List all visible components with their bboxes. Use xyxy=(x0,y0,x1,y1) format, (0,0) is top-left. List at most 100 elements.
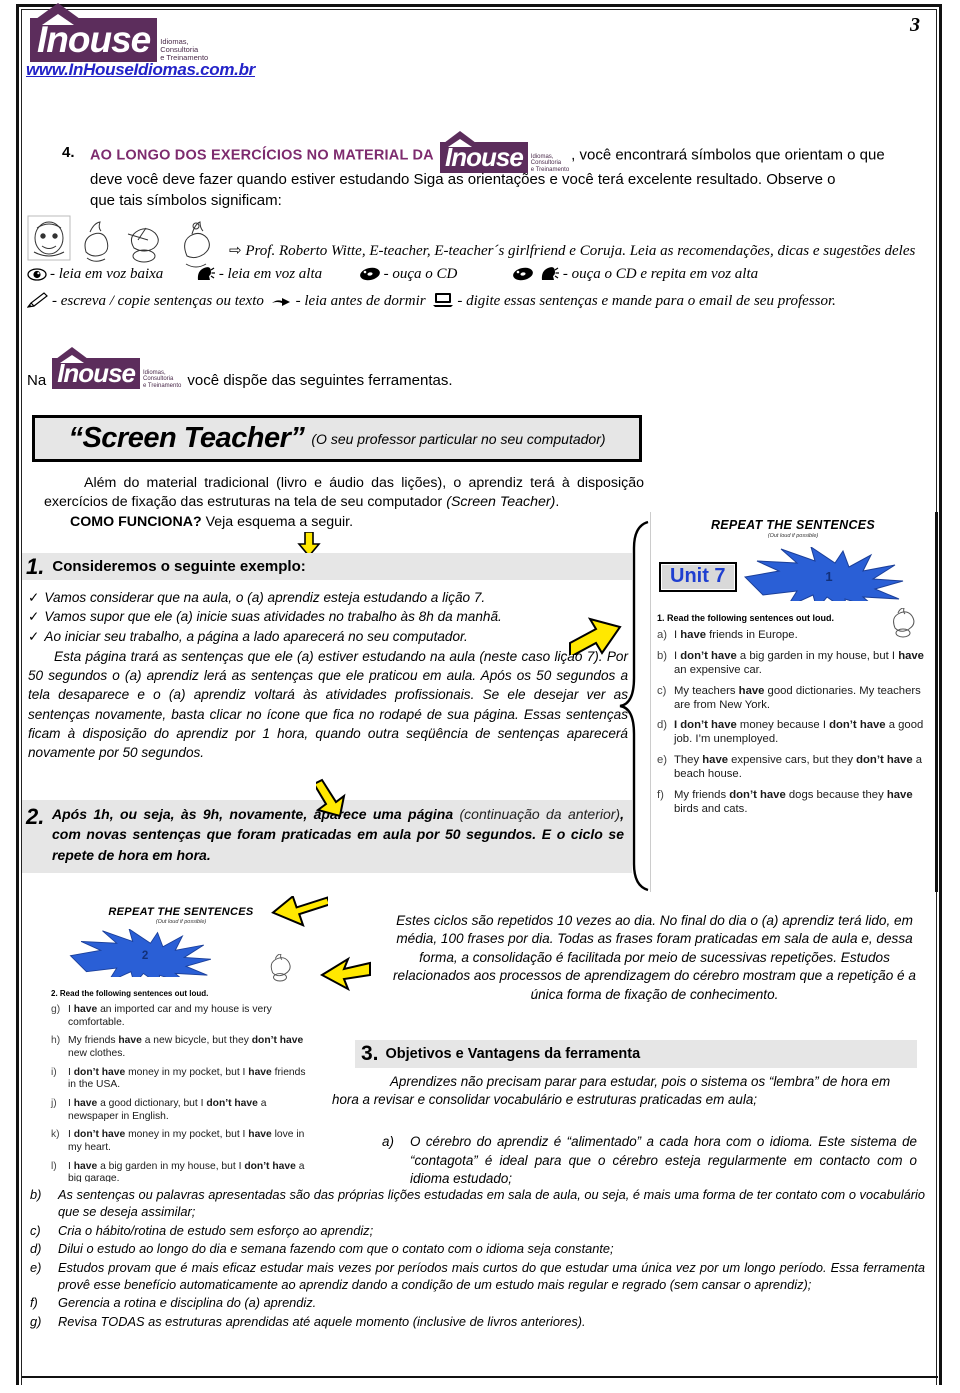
legend-label-1: - leia em voz alta xyxy=(218,266,323,283)
sentence-text: I have friends in Europe. xyxy=(674,629,798,641)
tools-line-prefix: Na xyxy=(27,372,47,389)
list-item: a) O cérebro do aprendiz é “alimentado” … xyxy=(382,1133,917,1189)
sentence-letter: b) xyxy=(657,649,668,662)
arrow-right-icon-1 xyxy=(568,613,624,660)
section-3-item-a: a) O cérebro do aprendiz é “alimentado” … xyxy=(382,1133,917,1190)
sentence-text: My teachers have good dictionaries. My t… xyxy=(674,684,921,711)
block-2-part1: Após 1h, ou seja, às 9h, novamente, apar… xyxy=(52,806,460,822)
sentence-text: I don’t have money in my pocket, but I h… xyxy=(68,1129,305,1153)
list-text: Gerencia a rotina e disciplina do (a) ap… xyxy=(58,1295,317,1311)
list-marker: f) xyxy=(30,1295,38,1311)
section-4-line3: que tais símbolos significam: xyxy=(90,192,282,210)
legend-label-0: - leia em voz baixa xyxy=(50,266,164,283)
arrow-down-left-icon xyxy=(268,894,332,949)
logo-wordmark: Inouse xyxy=(439,131,528,173)
list-text: Estudos provam que é mais eficaz estudar… xyxy=(58,1259,925,1292)
logo-wordmark: Inouse xyxy=(52,347,140,389)
list-text: Dilui o estudo ao longo do dia e semana … xyxy=(58,1241,614,1257)
list-item: e) Estudos provam que é mais eficaz estu… xyxy=(30,1259,925,1294)
legend-label-2: - ouça o CD xyxy=(383,266,458,283)
sentence-row: e) They have expensive cars, but they don… xyxy=(657,754,929,782)
check-icon: ✓ xyxy=(28,590,40,605)
block-1-bullet: ✓ Ao iniciar seu trabalho, a página a lad… xyxy=(28,627,628,646)
legend-label-3: - ouça o CD e repita em voz alta xyxy=(562,266,759,283)
document-page: Inouse Idiomas, Consultoria e Treinament… xyxy=(0,0,960,1393)
header-logo: Inouse Idiomas, Consultoria e Treinament… xyxy=(30,3,208,62)
logo-tagline-3: e Treinamento xyxy=(530,166,570,173)
section-4: 4. AO LONGO DOS EXERCÍCIOS NO MATERIAL D… xyxy=(62,131,932,212)
sentence-letter: g) xyxy=(51,1004,61,1015)
legend-row-2: - escreva / copie sentenças ou texto - l… xyxy=(24,290,929,316)
sentence-letter: d) xyxy=(657,719,668,732)
how-it-works-label: COMO FUNCIONA? xyxy=(70,514,202,531)
check-icon: ✓ xyxy=(28,609,40,625)
screenshot-sentence-list: g) I have an imported car and my house is… xyxy=(45,1004,317,1182)
speaking-head-icon-2 xyxy=(540,266,560,289)
sentence-letter: c) xyxy=(657,684,667,697)
logo-roof-inner-icon xyxy=(60,355,85,363)
unit-badge: Unit 7 xyxy=(659,561,737,592)
block-1-paragraph: Esta página trará as sentenças que ele (… xyxy=(28,647,628,763)
inhouse-logo: Inouse Idiomas, Consultoria e Treinament… xyxy=(30,3,208,62)
inhouse-logo-inline: Inouse Idiomas, Consultoria e Treinament… xyxy=(439,131,570,173)
logo-wordmark: Inouse xyxy=(30,3,158,62)
section-4-title: AO LONGO DOS EXERCÍCIOS NO MATERIAL DA xyxy=(90,147,434,164)
list-marker: d) xyxy=(30,1241,42,1257)
sentence-letter: l) xyxy=(51,1160,57,1172)
screen-teacher-title: “Screen Teacher” xyxy=(68,422,305,454)
section-3-items: b) As sentenças ou palavras apresentadas… xyxy=(30,1186,925,1331)
owl-doodle-icon xyxy=(889,607,917,643)
sentence-row: b) I don’t have a big garden in my house,… xyxy=(657,650,929,678)
block-1-body: ✓ Vamos considerar que na aula, o (a) apr… xyxy=(28,588,628,763)
sentence-letter: k) xyxy=(51,1129,60,1141)
sentence-row: g) I have an imported car and my house is… xyxy=(51,1004,311,1029)
block-1-bullet-text: Ao iniciar seu trabalho, a página a lado… xyxy=(44,628,468,644)
legend-characters-line: ⇨ Prof. Roberto Witte, E-teacher, E-teac… xyxy=(24,240,929,263)
sentence-text: They have expensive cars, but they don’t… xyxy=(674,754,923,781)
sentence-letter: e) xyxy=(657,754,668,767)
sentence-row: d) I don’t have money because I don’t hav… xyxy=(657,719,929,747)
symbols-legend: ⇨ Prof. Roberto Witte, E-teacher, E-teac… xyxy=(24,240,929,316)
list-marker: a) xyxy=(382,1134,394,1149)
screen-teacher-banner: “Screen Teacher” (O seu professor partic… xyxy=(32,415,642,462)
star-number: 1 xyxy=(825,569,832,584)
block-1-bullet-text: Vamos supor que ele (a) inicie suas ativ… xyxy=(44,609,502,625)
how-it-works-text: Veja esquema a seguir. xyxy=(201,514,354,531)
cd-icon-2 xyxy=(512,266,534,289)
list-marker: c) xyxy=(30,1222,41,1238)
cd-icon xyxy=(359,266,381,289)
section-3-intro: Aprendizes não precisam parar para estud… xyxy=(332,1073,917,1109)
legend-label-5: - leia antes de dormir xyxy=(295,292,426,309)
block-1-bullet: ✓ Vamos supor que ele (a) inicie suas ati… xyxy=(28,607,628,626)
sentence-row: k) I don’t have money in my pocket, but I… xyxy=(51,1129,311,1154)
screenshot-instruction: 2. Read the following sentences out loud… xyxy=(51,989,209,998)
sentence-letter: a) xyxy=(657,629,668,641)
screenshot-subtitle: (Out loud if possible) xyxy=(767,533,819,539)
website-link[interactable]: www.InHouseIdiomas.com.br xyxy=(26,60,255,80)
sentence-row: l) I have a big garden in my house, but I… xyxy=(51,1161,311,1182)
sentence-text: I have a big garden in my house, but I d… xyxy=(68,1160,305,1182)
list-item: g) Revisa TODAS as estruturas aprendidas… xyxy=(30,1313,925,1330)
arrow-left-icon xyxy=(319,955,372,1000)
logo-lead-letter: I xyxy=(37,19,47,60)
screen-teacher-subtitle: (O seu professor particular no seu compu… xyxy=(311,430,606,447)
tools-line-suffix: você dispõe das seguintes ferramentas. xyxy=(187,372,453,389)
logo-tagline: Idiomas, Consultoria e Treinamento xyxy=(157,38,208,62)
block-2-part2: (continuação da anterior) xyxy=(459,806,621,822)
sentence-row: f) My friends don’t have dogs because the… xyxy=(657,789,929,817)
blue-starburst-icon: 1 xyxy=(743,545,908,613)
sentence-text: My friends don’t have dogs because they … xyxy=(674,789,913,815)
sentence-letter: f) xyxy=(657,789,664,802)
intro-italic: (Screen Teacher) xyxy=(446,493,556,510)
sentence-row: j) I have a good dictionary, but I don’t … xyxy=(51,1098,311,1123)
list-item: d) Dilui o estudo ao longo do dia e sema… xyxy=(30,1240,925,1257)
list-text: As sentenças ou palavras apresentadas sã… xyxy=(58,1187,925,1220)
list-marker: e) xyxy=(30,1259,42,1275)
logo-tagline-3: e Treinamento xyxy=(143,382,182,389)
sentence-letter: i) xyxy=(51,1066,57,1078)
computer-icon xyxy=(432,292,454,316)
list-text: O cérebro do aprendiz é “alimentado” a c… xyxy=(410,1134,917,1186)
section-4-body: AO LONGO DOS EXERCÍCIOS NO MATERIAL DA I… xyxy=(90,131,932,212)
sentence-text: I don’t have money because I don’t have … xyxy=(674,719,924,746)
section-4-text-after-logo: , você encontrará símbolos que orientam … xyxy=(571,146,885,164)
